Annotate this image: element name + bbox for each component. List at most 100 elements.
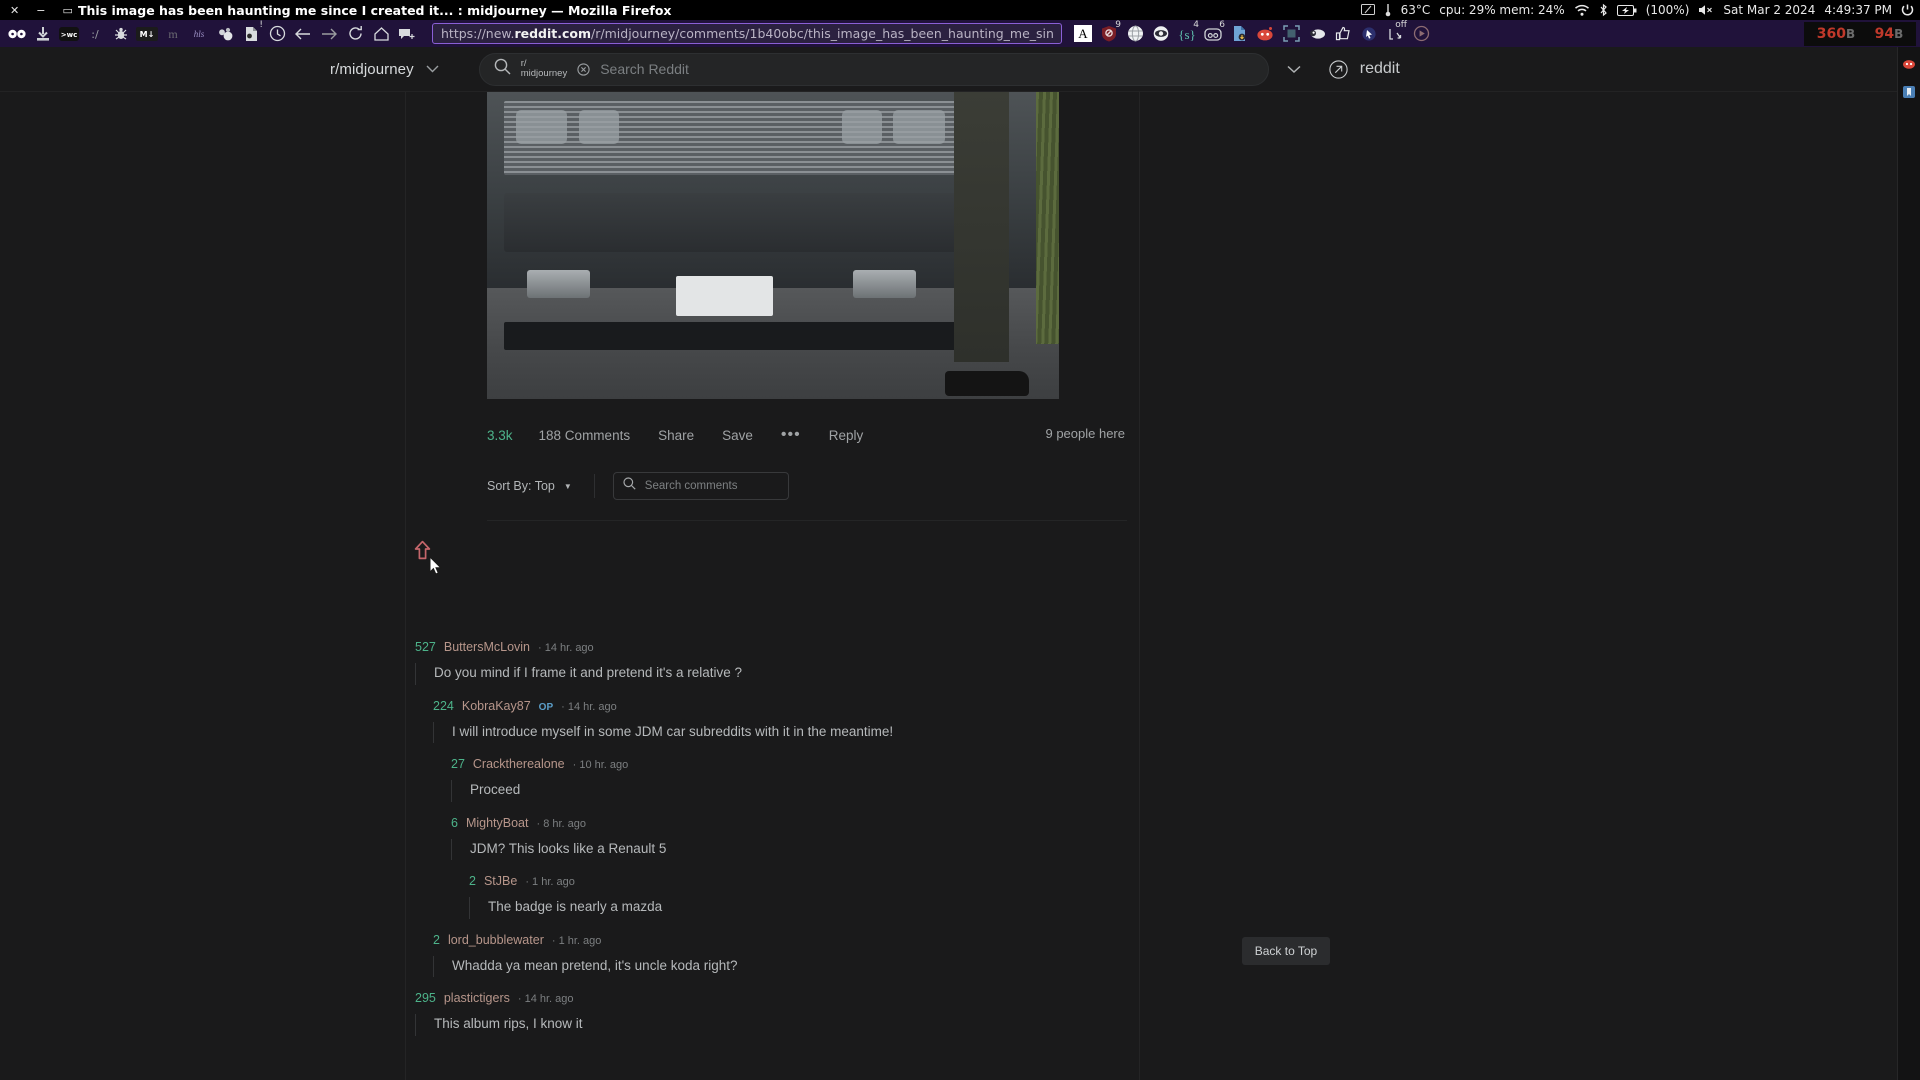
comment-score[interactable]: 2 bbox=[469, 874, 476, 888]
tray-time: 4:49:37 PM bbox=[1824, 3, 1892, 17]
chevron-down-icon: ▼ bbox=[563, 481, 572, 491]
share-button[interactable]: Share bbox=[658, 428, 694, 443]
comment-search-box[interactable]: Search comments bbox=[612, 472, 789, 500]
bookmark-rail-icon[interactable] bbox=[1902, 85, 1916, 99]
grass-graphic bbox=[1036, 92, 1059, 344]
more-options-button[interactable]: ••• bbox=[781, 427, 801, 443]
bluetooth-icon[interactable] bbox=[1599, 3, 1608, 17]
window-close-icon[interactable]: ✕ bbox=[10, 5, 19, 16]
svg-text::/: :/ bbox=[91, 28, 99, 41]
comment-author[interactable]: KobraKay87 bbox=[462, 699, 531, 713]
save-button[interactable]: Save bbox=[722, 428, 753, 443]
window-maximize-icon[interactable]: ▭ bbox=[62, 5, 72, 16]
autoscroll-off-badge: off bbox=[1395, 19, 1407, 30]
comment-search-input[interactable]: Search comments bbox=[645, 480, 738, 492]
cookie-manager-icon[interactable]: 6 bbox=[1200, 19, 1226, 46]
bumper-graphic bbox=[504, 193, 979, 252]
os-titlebar: ✕ − ▭ This image has been haunting me si… bbox=[0, 0, 1920, 20]
comment-timestamp: · 14 hr. ago bbox=[517, 993, 574, 1006]
wifi-icon[interactable] bbox=[1574, 4, 1590, 17]
headlight-left2-graphic bbox=[578, 110, 619, 145]
comment-author[interactable]: Cracktherealone bbox=[473, 757, 565, 771]
display-icon[interactable] bbox=[1360, 4, 1375, 16]
comment-item: 224 KobraKay87 OP · 14 hr. ago I will introd… bbox=[0, 699, 1897, 744]
eye-extension-icon[interactable] bbox=[1148, 22, 1174, 46]
subreddit-name[interactable]: r/midjourney bbox=[330, 61, 414, 78]
tray-date: Sat Mar 2 2024 bbox=[1723, 3, 1816, 17]
back-to-top-button[interactable]: Back to Top bbox=[1242, 937, 1330, 965]
download-helper-icon[interactable] bbox=[30, 22, 56, 46]
thumbs-up-extension-icon[interactable] bbox=[1330, 22, 1356, 46]
comment-author[interactable]: ButtersMcLovin bbox=[444, 640, 530, 654]
cookie-badge: 6 bbox=[1219, 19, 1225, 30]
post-image[interactable] bbox=[487, 92, 1059, 399]
markdown-extension-icon[interactable]: M↓ bbox=[134, 22, 160, 46]
media-play-icon[interactable] bbox=[1408, 22, 1434, 46]
stylus-extension-icon[interactable]: 4 {s} bbox=[1174, 20, 1200, 46]
comment-score[interactable]: 6 bbox=[451, 816, 458, 830]
globe-extension-icon[interactable] bbox=[1122, 22, 1148, 46]
volume-muted-icon[interactable] bbox=[1698, 4, 1714, 16]
reddit-header: r/midjourney r/ midjourney Search Reddit bbox=[0, 47, 1897, 92]
pointer-extension-icon[interactable] bbox=[1356, 22, 1382, 46]
post-score[interactable]: 3.3k bbox=[487, 428, 513, 443]
new-container-tab-icon[interactable] bbox=[394, 22, 420, 46]
autoscroll-off-icon[interactable]: off bbox=[1382, 19, 1408, 46]
screenshot-frame-icon[interactable] bbox=[1278, 22, 1304, 46]
comment-author[interactable]: plastictigers bbox=[444, 991, 510, 1005]
comment-author[interactable]: MightyBoat bbox=[466, 816, 529, 830]
svg-text:hls: hls bbox=[194, 29, 205, 39]
power-icon[interactable] bbox=[1901, 3, 1914, 17]
bug-extension-icon[interactable] bbox=[108, 22, 134, 46]
search-input[interactable]: Search Reddit bbox=[600, 61, 689, 77]
comment-score[interactable]: 295 bbox=[415, 991, 436, 1005]
dwc-extension-icon[interactable]: >wc bbox=[56, 22, 82, 46]
reply-button[interactable]: Reply bbox=[829, 428, 864, 443]
comments-count-button[interactable]: 188 Comments bbox=[539, 428, 631, 443]
comment-author[interactable]: lord_bubblewater bbox=[448, 933, 544, 947]
reddit-brand[interactable]: reddit bbox=[1329, 59, 1400, 79]
comment-score[interactable]: 2 bbox=[433, 933, 440, 947]
comments-toolbar: Sort By: Top ▼ Search comments bbox=[406, 470, 1139, 502]
reddit-brand-label: reddit bbox=[1359, 60, 1400, 77]
home-button[interactable] bbox=[368, 22, 394, 46]
ublock-origin-icon[interactable]: 9 bbox=[1096, 19, 1122, 46]
thermometer-icon bbox=[1384, 3, 1392, 17]
reader-mode-letter: A bbox=[1074, 25, 1092, 42]
comment-header: 6 MightyBoat · 8 hr. ago bbox=[451, 816, 1897, 830]
forward-button[interactable] bbox=[316, 22, 342, 46]
colon-slash-extension-icon[interactable]: :/ bbox=[82, 22, 108, 46]
history-clock-icon[interactable] bbox=[264, 22, 290, 46]
comment-score[interactable]: 27 bbox=[451, 757, 465, 771]
close-icon[interactable] bbox=[577, 62, 590, 76]
infinity-extension-icon[interactable] bbox=[4, 22, 30, 46]
molecule-extension-icon[interactable] bbox=[212, 22, 238, 46]
window-minimize-icon[interactable]: − bbox=[36, 5, 45, 16]
cloud-extension-icon[interactable] bbox=[1304, 22, 1330, 46]
subreddit-chevron-down-icon[interactable] bbox=[426, 65, 439, 73]
mouse-cursor bbox=[429, 555, 442, 576]
comment-body: I will introduce myself in some JDM car … bbox=[433, 721, 1897, 744]
address-bar[interactable]: https://new.reddit.com/r/midjourney/comm… bbox=[432, 23, 1062, 44]
hls-extension-icon[interactable]: hls bbox=[186, 22, 212, 46]
back-button[interactable] bbox=[290, 22, 316, 46]
reddit-rail-icon[interactable] bbox=[1902, 57, 1916, 71]
ublock-badge: 9 bbox=[1115, 19, 1121, 30]
reload-button[interactable] bbox=[342, 22, 368, 46]
header-chevron-down-icon[interactable] bbox=[1287, 65, 1301, 74]
window-controls[interactable]: ✕ − ▭ bbox=[0, 5, 73, 16]
sort-by-dropdown[interactable]: Sort By: Top ▼ bbox=[487, 479, 572, 493]
reader-mode-icon[interactable]: A bbox=[1070, 22, 1096, 46]
save-page-icon[interactable] bbox=[1226, 22, 1252, 46]
comment-score[interactable]: 224 bbox=[433, 699, 454, 713]
comment-timestamp: · 1 hr. ago bbox=[551, 934, 602, 947]
battery-icon bbox=[1616, 4, 1637, 16]
search-icon bbox=[623, 477, 636, 495]
page-save-extension-icon[interactable]: ! bbox=[238, 20, 264, 46]
comment-author[interactable]: StJBe bbox=[484, 874, 517, 888]
reddit-enhancement-icon[interactable] bbox=[1252, 22, 1278, 46]
reddit-search-bar[interactable]: r/ midjourney Search Reddit bbox=[478, 52, 1269, 86]
comment-score[interactable]: 527 bbox=[415, 640, 436, 654]
comment-item: 6 MightyBoat · 8 hr. ago JDM? This looks li… bbox=[0, 816, 1897, 861]
medium-extension-icon[interactable]: m bbox=[160, 22, 186, 46]
